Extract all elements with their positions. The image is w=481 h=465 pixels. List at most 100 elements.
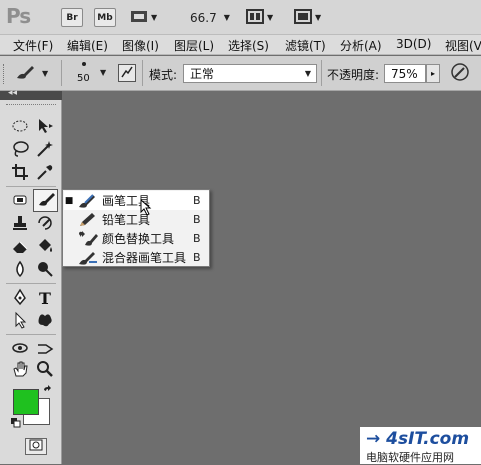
brush-preset-picker[interactable]: 50 ▼ xyxy=(72,59,112,87)
stamp-icon xyxy=(11,214,29,235)
view-extras-dropdown[interactable]: ▼ xyxy=(130,8,157,27)
menu-image[interactable]: 图像(I) xyxy=(122,37,159,54)
quick-mask-icon xyxy=(29,439,43,454)
magic-wand-icon xyxy=(36,140,54,161)
spot-healing-tool[interactable] xyxy=(9,190,31,212)
flyout-item-shortcut: B xyxy=(193,251,201,264)
brush-icon xyxy=(36,190,56,211)
screen-mode-dropdown[interactable]: ▼ xyxy=(294,8,321,27)
screen-mode-icon xyxy=(294,8,312,27)
type-icon: T xyxy=(39,288,51,308)
marquee-tool[interactable] xyxy=(9,116,31,138)
mixer-brush-icon xyxy=(74,250,102,266)
pencil-icon xyxy=(74,212,102,228)
custom-shape-icon xyxy=(36,311,54,332)
tool-separator xyxy=(6,283,56,284)
3d-orbit-tool[interactable] xyxy=(34,338,56,360)
arrange-documents-dropdown[interactable]: ▼ xyxy=(246,8,273,27)
mode-label: 模式: xyxy=(149,68,178,82)
lasso-icon xyxy=(11,140,29,161)
menu-3d[interactable]: 3D(D) xyxy=(396,37,431,51)
canvas-workspace[interactable] xyxy=(63,91,481,464)
menu-select[interactable]: 选择(S) xyxy=(228,37,269,54)
chevron-down-icon: ▼ xyxy=(267,13,274,22)
menu-layer[interactable]: 图层(L) xyxy=(174,37,214,54)
menu-filter[interactable]: 滤镜(T) xyxy=(285,37,326,54)
brush-tools-flyout: ■ 画笔工具 B 铅笔工具 B 颜色替换工具 B 混合器画笔工具 B xyxy=(62,189,210,267)
flyout-item-color-replacement[interactable]: 颜色替换工具 B xyxy=(64,229,209,248)
flyout-item-brush[interactable]: ■ 画笔工具 B xyxy=(64,191,209,210)
pen-tool[interactable] xyxy=(9,287,31,309)
options-grip[interactable] xyxy=(3,64,6,84)
lasso-tool[interactable] xyxy=(9,139,31,161)
move-tool[interactable] xyxy=(34,116,56,138)
tool-separator xyxy=(6,186,56,187)
crop-icon xyxy=(11,163,29,184)
watermark-logo: → 4sIT.com xyxy=(366,429,470,449)
chevron-down-icon: ▼ xyxy=(304,69,311,78)
3d-rotate-tool[interactable] xyxy=(9,338,31,360)
menu-bar: 文件(F) 编辑(E) 图像(I) 图层(L) 选择(S) 滤镜(T) 分析(A… xyxy=(0,35,481,55)
menu-edit[interactable]: 编辑(E) xyxy=(67,37,108,54)
zoom-value: 66.7 xyxy=(190,10,217,25)
arrange-icon xyxy=(246,8,264,27)
flyout-item-pencil[interactable]: 铅笔工具 B xyxy=(64,210,209,229)
blur-drop-icon xyxy=(11,260,29,281)
flyout-item-shortcut: B xyxy=(193,232,201,245)
panel-grip[interactable] xyxy=(6,104,56,106)
foreground-color-swatch[interactable] xyxy=(13,389,39,415)
magic-wand-tool[interactable] xyxy=(34,139,56,161)
menu-file[interactable]: 文件(F) xyxy=(13,37,53,54)
mini-bridge-button[interactable]: Mb xyxy=(94,8,116,27)
divider xyxy=(321,60,322,86)
brush-size-value: 50 xyxy=(77,73,90,84)
chevron-right-icon: ▸ xyxy=(430,69,435,78)
dodge-tool[interactable] xyxy=(34,259,56,281)
path-selection-tool[interactable] xyxy=(9,310,31,332)
hand-tool[interactable] xyxy=(9,359,31,381)
tool-preset-picker[interactable]: ▼ xyxy=(14,62,54,84)
marquee-icon xyxy=(11,119,29,136)
brush-panel-toggle[interactable] xyxy=(118,64,136,82)
chevron-down-icon: ▼ xyxy=(223,13,230,22)
brush-panel-icon xyxy=(120,65,134,82)
options-bar: ▼ 50 ▼ 模式: 正常 ▼ 不透明度: 75% ▸ xyxy=(0,56,481,91)
dodge-icon xyxy=(36,260,54,281)
zoom-tool[interactable] xyxy=(34,359,56,381)
clone-stamp-tool[interactable] xyxy=(9,213,31,235)
bridge-button[interactable]: Br xyxy=(61,8,83,27)
flyout-item-shortcut: B xyxy=(193,213,201,226)
chevron-down-icon: ▼ xyxy=(100,68,107,77)
blur-tool[interactable] xyxy=(9,259,31,281)
tablet-pressure-opacity-button[interactable] xyxy=(449,62,471,84)
site-watermark: → 4sIT.com 电脑软硬件应用网 xyxy=(360,427,481,464)
menu-view[interactable]: 视图(V xyxy=(445,37,481,54)
blend-mode-select[interactable]: 正常 ▼ xyxy=(183,64,317,83)
eraser-icon xyxy=(11,237,29,258)
brush-tool[interactable] xyxy=(33,189,58,212)
brush-icon xyxy=(74,193,102,209)
chevron-down-icon: ▼ xyxy=(151,13,158,22)
opacity-input[interactable]: 75% xyxy=(384,64,426,83)
history-brush-tool[interactable] xyxy=(34,213,56,235)
eraser-tool[interactable] xyxy=(9,236,31,258)
flyout-item-mixer-brush[interactable]: 混合器画笔工具 B xyxy=(64,248,209,267)
flyout-item-label: 颜色替换工具 xyxy=(102,232,175,246)
opacity-slider-button[interactable]: ▸ xyxy=(426,64,440,83)
custom-shape-tool[interactable] xyxy=(34,310,56,332)
blend-mode-value: 正常 xyxy=(190,67,215,81)
menu-analysis[interactable]: 分析(A) xyxy=(340,37,382,54)
crop-tool[interactable] xyxy=(9,162,31,184)
paint-bucket-tool[interactable] xyxy=(34,236,56,258)
collapse-icon[interactable]: ◂◂ xyxy=(8,88,17,98)
default-colors-icon[interactable] xyxy=(11,418,21,431)
photoshop-logo: Ps xyxy=(6,4,31,28)
quick-mask-button[interactable] xyxy=(25,438,47,455)
type-tool[interactable]: T xyxy=(34,287,56,309)
divider xyxy=(61,60,62,86)
tools-panel-header[interactable]: ◂◂ xyxy=(0,88,62,100)
3d-rotate-icon xyxy=(11,339,29,360)
eyedropper-tool[interactable] xyxy=(34,162,56,184)
move-icon xyxy=(36,117,54,138)
zoom-level-dropdown[interactable]: 66.7 ▼ xyxy=(190,8,230,27)
